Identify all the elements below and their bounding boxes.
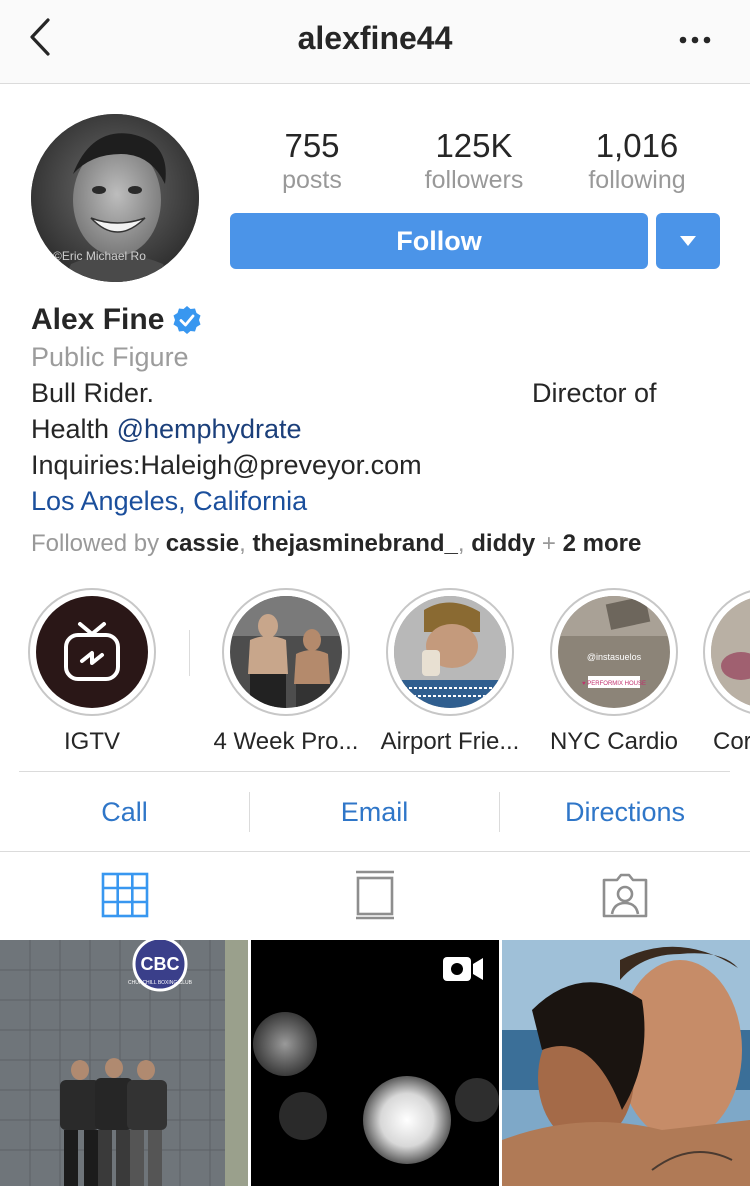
followed-by-user[interactable]: diddy [471, 530, 535, 557]
location-link[interactable]: Los Angeles, California [31, 486, 307, 517]
suggested-accounts-toggle-button[interactable] [656, 213, 720, 269]
highlight-ring: @instasuelos ♥ PERFORMIX HOUSE [550, 588, 678, 716]
highlight-4-week-program[interactable]: 4 Week Pro... [211, 588, 361, 756]
profile-category: Public Figure [31, 342, 189, 372]
followed-by-more[interactable]: 2 more [563, 530, 642, 557]
tab-tagged[interactable] [600, 870, 650, 920]
highlight-divider [189, 630, 190, 676]
igtv-icon [64, 622, 120, 681]
feed-icon [356, 870, 394, 920]
highlight-image [394, 596, 506, 708]
highlight-cover [711, 596, 750, 708]
highlight-image [230, 596, 342, 708]
followers-label: followers [424, 166, 524, 194]
call-button[interactable]: Call [0, 772, 249, 852]
highlight-label: IGTV [63, 728, 120, 755]
post-image [502, 940, 750, 1186]
plus-sign: + [535, 530, 563, 557]
followed-by-user[interactable]: cassie [166, 530, 239, 557]
highlight-ring [703, 588, 750, 716]
follow-button[interactable]: Follow [230, 213, 648, 269]
highlight-label: 4 Week Pro... [213, 728, 359, 755]
more-options-button[interactable] [678, 30, 718, 50]
highlight-image: @instasuelos ♥ PERFORMIX HOUSE [558, 596, 670, 708]
following-count: 1,016 [595, 127, 679, 164]
profile-avatar[interactable]: ©Eric Michael Ro [31, 114, 199, 282]
highlight-sticker: ♥ PERFORMIX HOUSE [582, 681, 646, 687]
highlight-tag: @instasuelos [587, 652, 642, 662]
profile-view-tabs [0, 852, 750, 940]
tab-feed[interactable] [350, 870, 400, 920]
avatar-image: ©Eric Michael Ro [31, 114, 199, 282]
highlight-label: Cor [713, 728, 750, 755]
contact-actions-bar: Call Email Directions [0, 772, 750, 852]
sign-subtext: CHURCHILL BOXING CLUB [128, 980, 193, 986]
highlight-label: NYC Cardio [549, 728, 679, 755]
email-button[interactable]: Email [250, 772, 499, 852]
following-stat[interactable]: 1,016 following [557, 126, 717, 194]
post-thumbnail[interactable]: CBC CHURCHILL BOXING CLUB [0, 940, 248, 1186]
separator: , [457, 530, 472, 557]
post-thumbnail[interactable] [502, 940, 750, 1186]
followed-by-prefix: Followed by [31, 530, 166, 557]
highlight-igtv[interactable]: IGTV [17, 588, 167, 756]
profile-username-title: alexfine44 [297, 20, 453, 56]
followers-count: 125K [435, 127, 513, 164]
post-image: CBC CHURCHILL BOXING CLUB [0, 940, 248, 1186]
more-dots-icon [679, 36, 711, 44]
followers-stat[interactable]: 125K followers [394, 126, 554, 194]
highlight-cover [394, 596, 506, 708]
separator: , [239, 530, 253, 557]
highlight-airport-friendly[interactable]: Airport Frie... [375, 588, 525, 756]
top-navigation-bar: alexfine44 [0, 0, 750, 84]
highlight-label: Airport Frie... [380, 728, 520, 755]
profile-name: Alex Fine [31, 303, 165, 336]
caret-down-icon [680, 236, 696, 246]
highlight-nyc-cardio[interactable]: @instasuelos ♥ PERFORMIX HOUSE NYC Cardi… [539, 588, 689, 756]
highlight-cover [36, 596, 148, 708]
sign-text: CBC [141, 954, 180, 974]
bio-line-3: Inquiries:Haleigh@preveyor.com [31, 450, 422, 480]
posts-grid: CBC CHURCHILL BOXING CLUB [0, 940, 750, 1186]
post-thumbnail-video[interactable] [251, 940, 499, 1186]
highlight-image [711, 596, 750, 708]
bio-line-1-left: Bull Rider. [31, 378, 155, 408]
posts-count: 755 [284, 127, 340, 164]
bio-line-2-text: Health [31, 414, 117, 444]
tab-grid[interactable] [100, 870, 150, 920]
highlight-partial[interactable]: Cor [703, 588, 750, 756]
posts-label: posts [282, 166, 342, 194]
directions-button[interactable]: Directions [500, 772, 750, 852]
verified-badge-icon [173, 306, 201, 334]
bio-mention-link[interactable]: @hemphydrate [117, 414, 302, 444]
tagged-icon [602, 873, 648, 918]
bio-line-1-right: Director of [532, 378, 657, 408]
followed-by-user[interactable]: thejasminebrand_ [252, 530, 457, 557]
bio-line-2: Health @hemphydrate [31, 414, 302, 445]
video-camera-icon [443, 957, 483, 981]
profile-bio: Alex Fine [31, 300, 731, 340]
highlight-cover: @instasuelos ♥ PERFORMIX HOUSE [558, 596, 670, 708]
highlight-ring [386, 588, 514, 716]
highlight-ring [222, 588, 350, 716]
profile-name-row: Alex Fine [31, 300, 731, 340]
posts-stat: 755 posts [232, 126, 392, 194]
avatar-watermark: ©Eric Michael Ro [53, 249, 146, 263]
highlight-ring [28, 588, 156, 716]
following-label: following [588, 166, 686, 194]
grid-icon [101, 872, 149, 918]
followed-by[interactable]: Followed by cassie, thejasminebrand_, di… [31, 530, 641, 558]
highlight-cover [230, 596, 342, 708]
story-highlights-row[interactable]: IGTV 4 Week Pro... Airport Frie... @inst… [0, 588, 750, 758]
